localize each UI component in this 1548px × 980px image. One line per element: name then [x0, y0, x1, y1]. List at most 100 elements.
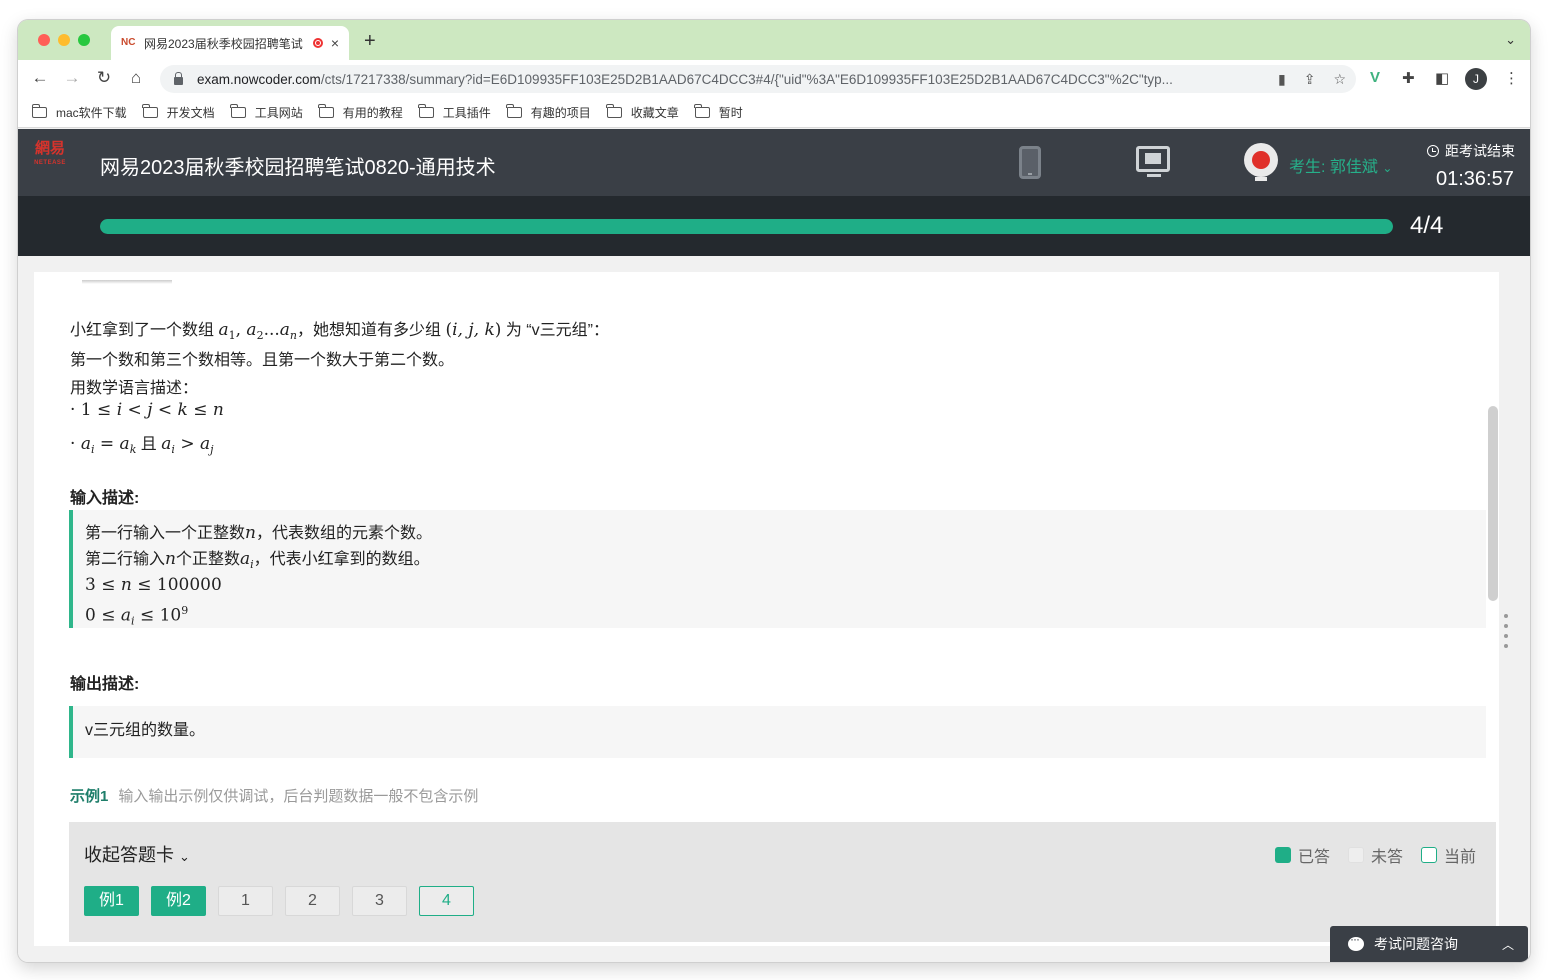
- question-line: 第一个数和第三个数相等。且第一个数大于第二个数。: [70, 352, 455, 369]
- bookmark-folder[interactable]: 工具网站: [230, 104, 303, 121]
- output-heading: 输出描述:: [70, 676, 140, 693]
- folder-icon: [31, 104, 47, 118]
- candidate-menu[interactable]: 考生: 郭佳斌 ⌄: [1289, 153, 1392, 177]
- lock-icon: [174, 72, 183, 85]
- exam-consult-button[interactable]: 考试问题咨询 ︿: [1330, 926, 1528, 962]
- tab-title: 网易2023届秋季校园招聘笔试: [144, 36, 303, 51]
- progress-track: [100, 219, 1393, 234]
- folder-icon: [142, 104, 158, 118]
- home-icon[interactable]: ⌂: [125, 68, 147, 88]
- profile-avatar[interactable]: J: [1465, 68, 1487, 90]
- question-button-1[interactable]: 1: [218, 886, 273, 916]
- unanswered-legend-icon: [1347, 847, 1364, 863]
- netease-logo: 網易 NETEASE: [34, 140, 66, 166]
- progress-text: 4/4: [1410, 212, 1444, 239]
- camera-blocked-icon[interactable]: ▮: [1278, 71, 1286, 88]
- clock-icon: [1427, 145, 1439, 157]
- bookmark-folder[interactable]: 工具插件: [418, 104, 491, 121]
- question-button-2[interactable]: 2: [285, 886, 340, 916]
- question-button-example-1[interactable]: 例1: [84, 886, 139, 916]
- url-text[interactable]: exam.nowcoder.com/cts/17217338/summary?i…: [197, 72, 1260, 87]
- screen-monitor-icon[interactable]: [1136, 146, 1170, 177]
- minimize-window-button[interactable]: [58, 34, 70, 46]
- chat-bubble-icon: [1348, 932, 1364, 951]
- reload-icon[interactable]: ↻: [93, 68, 115, 88]
- bookmark-folder[interactable]: 有趣的项目: [506, 104, 591, 121]
- browser-window: NC 网易2023届秋季校园招聘笔试 × + ⌄ ← → ↻ ⌂ exam.no…: [18, 20, 1530, 962]
- address-bar[interactable]: exam.nowcoder.com/cts/17217338/summary?i…: [160, 65, 1356, 93]
- bookmark-folder[interactable]: 暂时: [694, 104, 743, 121]
- question-buttons: 例1 例2 1 2 3 4: [84, 886, 474, 916]
- mobile-monitor-icon[interactable]: [1019, 146, 1041, 179]
- question-line: 小红拿到了一个数组 a1, a2...an，她想知道有多少组 (i, j, k)…: [70, 320, 609, 343]
- timer-label: 距考试结束: [1427, 141, 1515, 161]
- tab-strip: NC 网易2023届秋季校园招聘笔试 × + ⌄: [18, 20, 1530, 60]
- folder-icon: [418, 104, 434, 118]
- input-constraint: 3 ≤ n ≤ 100000: [85, 575, 222, 595]
- side-panel-icon[interactable]: ◧: [1435, 69, 1449, 87]
- question-button-3[interactable]: 3: [352, 886, 407, 916]
- output-description: v三元组的数量。: [69, 706, 1486, 758]
- scrollbar-thumb[interactable]: [1488, 406, 1498, 601]
- bookmark-folder[interactable]: 收藏文章: [606, 104, 679, 121]
- input-line: 第二行输入n个正整数ai，代表小红拿到的数组。: [85, 549, 430, 572]
- input-constraint: 0 ≤ ai ≤ 109: [85, 604, 189, 628]
- sample-header: 示例1 输入输出示例仅供调试，后台判题数据一般不包含示例: [70, 785, 478, 806]
- extensions-puzzle-icon[interactable]: ✚: [1402, 69, 1415, 87]
- more-options-icon[interactable]: [1504, 614, 1508, 654]
- maximize-window-button[interactable]: [78, 34, 90, 46]
- scrolled-cutoff: [82, 280, 172, 284]
- input-description: 第一行输入一个正整数n，代表数组的元素个数。 第二行输入n个正整数ai，代表小红…: [69, 510, 1486, 628]
- chevron-down-icon: ⌄: [179, 849, 190, 864]
- folder-icon: [606, 104, 622, 118]
- folder-icon: [694, 104, 710, 118]
- answer-card-panel: 收起答题卡 ⌄ 已答 未答 当前 例1 例2 1 2 3 4: [69, 822, 1496, 942]
- back-arrow-icon[interactable]: ←: [29, 68, 51, 88]
- folder-icon: [230, 104, 246, 118]
- collapse-answer-card-button[interactable]: 收起答题卡 ⌄: [84, 841, 190, 867]
- output-text: v三元组的数量。: [85, 722, 206, 739]
- window-controls: [38, 34, 90, 46]
- forward-arrow-icon[interactable]: →: [61, 68, 83, 88]
- exam-content: 小红拿到了一个数组 a1, a2...an，她想知道有多少组 (i, j, k)…: [18, 256, 1530, 962]
- nowcoder-favicon-icon: NC: [121, 37, 136, 48]
- share-icon[interactable]: ⇪: [1304, 71, 1316, 88]
- exam-title: 网易2023届秋季校园招聘笔试0820-通用技术: [100, 157, 496, 179]
- input-line: 第一行输入一个正整数n，代表数组的元素个数。: [85, 523, 432, 543]
- question-button-example-2[interactable]: 例2: [151, 886, 206, 916]
- progress-fill: [100, 219, 1393, 234]
- chevron-up-icon: ︿: [1501, 937, 1514, 952]
- tab-search-chevron-icon[interactable]: ⌄: [1505, 32, 1516, 48]
- math-condition-2: · ai = ak 且 ai > aj: [70, 434, 214, 457]
- chevron-down-icon: ⌄: [1382, 161, 1393, 175]
- countdown-timer: 01:36:57: [1436, 168, 1514, 190]
- exam-header: 網易 NETEASE 网易2023届秋季校园招聘笔试0820-通用技术 考生: 郭…: [18, 129, 1530, 196]
- vue-devtools-icon[interactable]: V: [1370, 69, 1380, 86]
- webcam-icon[interactable]: [1244, 143, 1278, 181]
- bookmark-folder[interactable]: 开发文档: [142, 104, 215, 121]
- folder-icon: [506, 104, 522, 118]
- recording-indicator-icon: [312, 38, 323, 48]
- new-tab-button[interactable]: +: [364, 30, 376, 53]
- math-condition-1: · 1 ≤ i < j < k ≤ n: [70, 400, 224, 420]
- browser-toolbar: ← → ↻ ⌂ exam.nowcoder.com/cts/17217338/s…: [18, 60, 1530, 98]
- answered-legend-icon: [1274, 847, 1291, 863]
- browser-tab-active[interactable]: NC 网易2023届秋季校园招聘笔试 ×: [111, 26, 349, 60]
- current-legend-icon: [1420, 847, 1437, 863]
- tab-close-icon[interactable]: ×: [331, 35, 339, 51]
- sample-label: 示例1: [70, 788, 109, 805]
- bookmark-folder[interactable]: 有用的教程: [318, 104, 403, 121]
- answer-legend: 已答 未答 当前: [1257, 843, 1476, 867]
- browser-menu-icon[interactable]: ⋮: [1504, 69, 1519, 87]
- bookmarks-bar: mac软件下载 开发文档 工具网站 有用的教程 工具插件 有趣的项目 收藏文章 …: [18, 98, 1530, 128]
- input-heading: 输入描述:: [70, 490, 140, 507]
- progress-section: 4/4: [18, 196, 1530, 256]
- question-button-4[interactable]: 4: [419, 886, 474, 916]
- close-window-button[interactable]: [38, 34, 50, 46]
- question-line: 用数学语言描述：: [70, 380, 199, 397]
- bookmark-folder[interactable]: mac软件下载: [31, 104, 127, 121]
- sample-description: 输入输出示例仅供调试，后台判题数据一般不包含示例: [118, 788, 479, 805]
- bookmark-star-icon[interactable]: ☆: [1333, 71, 1346, 88]
- folder-icon: [318, 104, 334, 118]
- question-card: 小红拿到了一个数组 a1, a2...an，她想知道有多少组 (i, j, k)…: [34, 272, 1499, 946]
